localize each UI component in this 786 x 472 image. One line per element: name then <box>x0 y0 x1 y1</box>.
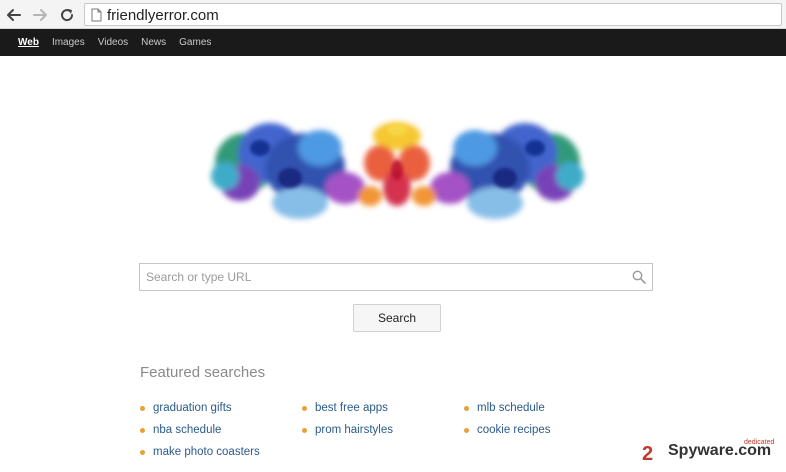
featured-search-label: nba schedule <box>153 424 222 436</box>
topnav-list: Web Images Videos News Games <box>18 37 224 49</box>
svg-text:2: 2 <box>642 443 653 465</box>
top-navigation: Web Images Videos News Games <box>0 29 786 56</box>
bullet-icon <box>464 427 469 433</box>
back-arrow-icon <box>7 9 21 21</box>
bullet-icon <box>140 449 145 455</box>
featured-search-link[interactable]: nba schedule <box>140 424 221 436</box>
topnav-item-web[interactable]: Web <box>18 37 39 49</box>
featured-search-link[interactable]: cookie recipes <box>464 424 551 436</box>
featured-search-link[interactable]: mlb schedule <box>464 402 545 414</box>
bullet-icon <box>140 427 145 433</box>
featured-search-label: best free apps <box>315 402 388 414</box>
forward-button[interactable] <box>30 5 50 25</box>
spyware-logo-icon: 2 <box>642 443 653 465</box>
featured-search-label: mlb schedule <box>477 402 545 414</box>
bullet-icon <box>302 427 307 433</box>
address-bar[interactable]: friendlyerror.com <box>84 3 782 26</box>
featured-search-label: make photo coasters <box>153 446 260 458</box>
search-input[interactable] <box>140 264 620 290</box>
featured-search-link[interactable]: best free apps <box>302 402 388 414</box>
featured-search-link[interactable]: make photo coasters <box>140 446 260 458</box>
forward-arrow-icon <box>33 9 47 21</box>
topnav-item-games[interactable]: Games <box>179 37 211 49</box>
browser-toolbar: friendlyerror.com <box>0 0 786 29</box>
url-text: friendlyerror.com <box>107 7 219 24</box>
featured-search-link[interactable]: prom hairstyles <box>302 424 393 436</box>
reload-icon <box>61 9 74 22</box>
topnav-item-images[interactable]: Images <box>52 37 85 49</box>
search-icon[interactable] <box>632 270 646 284</box>
ink-blot-logo <box>211 122 584 219</box>
spyware-watermark: 2 Spyware.com dedicated <box>640 438 786 468</box>
topnav-item-videos[interactable]: Videos <box>98 37 128 49</box>
featured-search-label: prom hairstyles <box>315 424 393 436</box>
search-box <box>139 263 653 291</box>
topnav-item-news[interactable]: News <box>141 37 166 49</box>
featured-search-label: graduation gifts <box>153 402 232 414</box>
bullet-icon <box>464 405 469 411</box>
reload-button[interactable] <box>57 5 77 25</box>
bullet-icon <box>302 405 307 411</box>
featured-search-link[interactable]: graduation gifts <box>140 402 232 414</box>
search-button[interactable]: Search <box>353 304 441 332</box>
bullet-icon <box>140 405 145 411</box>
page-icon <box>91 8 102 22</box>
featured-search-label: cookie recipes <box>477 424 551 436</box>
back-button[interactable] <box>4 5 24 25</box>
featured-searches-title: Featured searches <box>140 364 266 381</box>
watermark-tag: dedicated <box>744 439 775 446</box>
